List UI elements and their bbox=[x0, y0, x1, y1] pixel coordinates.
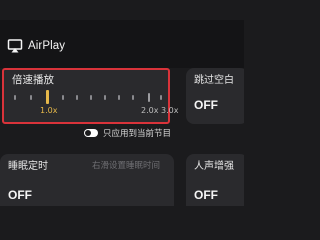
sleep-timer-card[interactable]: 睡眠定时 右滑设置睡眠时间 OFF bbox=[0, 154, 174, 206]
speed-tick bbox=[14, 95, 16, 100]
airplay-icon bbox=[7, 38, 23, 54]
voice-boost-title: 人声增强 bbox=[194, 161, 234, 172]
playback-settings-panel: AirPlay 倍速播放 1.0x 2.0x 3.0x 跳过空白 OFF 只应用… bbox=[0, 0, 244, 206]
airplay-button[interactable]: AirPlay bbox=[7, 38, 65, 54]
apply-current-label: 只应用到当前节目 bbox=[103, 129, 172, 139]
speed-tick bbox=[76, 95, 78, 100]
apply-current-toggle-row[interactable]: 只应用到当前节目 bbox=[84, 127, 171, 139]
sleep-timer-title: 睡眠定时 bbox=[8, 161, 48, 172]
speed-tick bbox=[90, 95, 92, 100]
sleep-timer-value: OFF bbox=[8, 188, 32, 202]
speed-slider-thumb[interactable] bbox=[46, 90, 49, 104]
skip-blank-title: 跳过空白 bbox=[194, 75, 234, 86]
voice-boost-value: OFF bbox=[194, 188, 218, 202]
speed-max-labels: 2.0x 3.0x bbox=[141, 106, 179, 115]
apply-current-toggle[interactable] bbox=[84, 129, 98, 137]
toggle-knob bbox=[85, 130, 91, 136]
speed-tick bbox=[62, 95, 64, 100]
voice-boost-card[interactable]: 人声增强 OFF bbox=[186, 154, 244, 206]
airplay-label: AirPlay bbox=[28, 40, 66, 52]
speed-tick bbox=[118, 95, 120, 100]
speed-current-label: 1.0x bbox=[40, 106, 58, 115]
speed-tick bbox=[104, 95, 106, 100]
skip-blank-value: OFF bbox=[194, 98, 218, 112]
speed-tick bbox=[30, 95, 32, 100]
skip-blank-card[interactable]: 跳过空白 OFF bbox=[186, 68, 244, 124]
speed-tick bbox=[132, 95, 134, 100]
sleep-timer-hint: 右滑设置睡眠时间 bbox=[92, 161, 161, 171]
playback-speed-card: 倍速播放 1.0x 2.0x 3.0x bbox=[2, 68, 178, 124]
speed-tick bbox=[160, 95, 162, 100]
speed-tick bbox=[148, 93, 150, 102]
